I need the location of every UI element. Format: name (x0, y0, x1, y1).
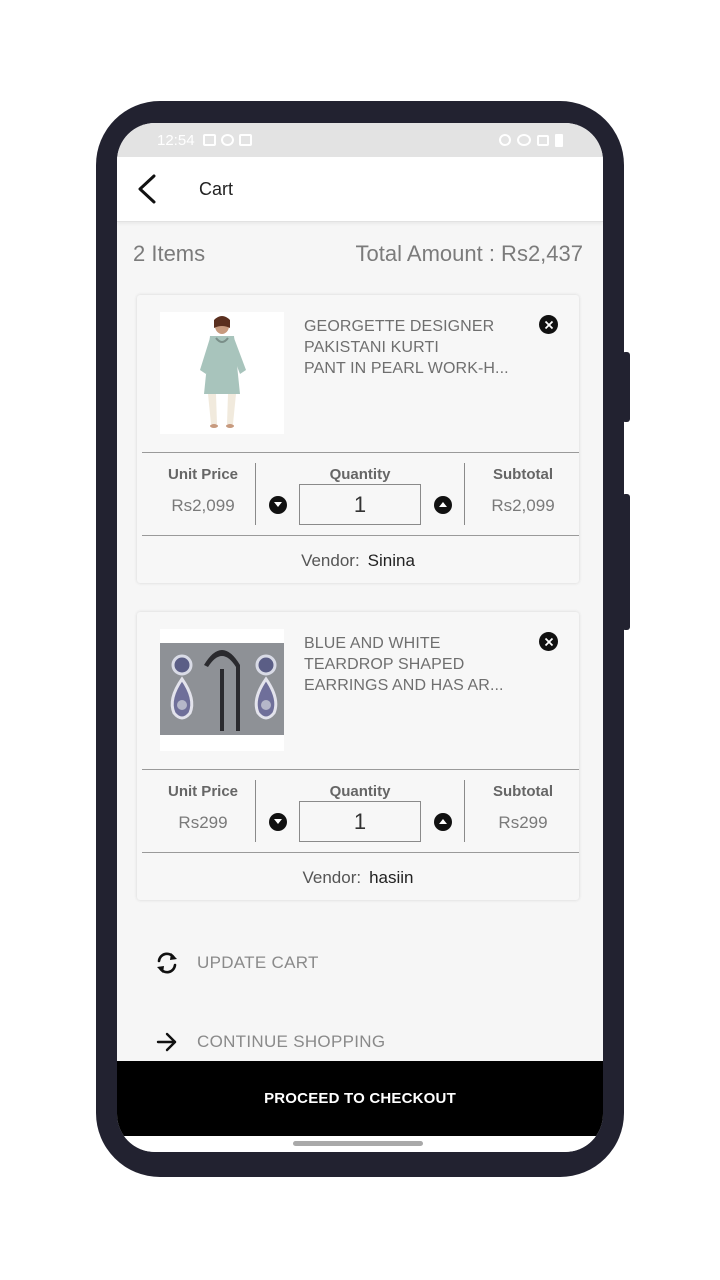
remove-item-button[interactable] (539, 632, 558, 651)
product-name[interactable]: BLUE AND WHITE TEARDROP SHAPED EARRINGS … (304, 633, 514, 696)
quantity-input[interactable]: 1 (299, 484, 421, 525)
status-icons-right (499, 133, 563, 147)
power-button (622, 494, 630, 630)
kurti-image (160, 312, 284, 434)
status-icons-left (202, 134, 252, 146)
close-icon (544, 320, 553, 329)
subtotal-header: Subtotal (493, 783, 553, 800)
close-icon (544, 637, 553, 646)
earrings-image (160, 629, 284, 751)
product-image[interactable] (160, 312, 284, 434)
arrow-right-icon (153, 1028, 181, 1056)
vendor-row: Vendor: hasiin (137, 868, 579, 888)
vendor-label: Vendor: (302, 868, 362, 887)
unit-price-value: Rs2,099 (171, 496, 235, 515)
remove-item-button[interactable] (539, 315, 558, 334)
unit-price-header: Unit Price (167, 466, 239, 483)
cart-item-card: BLUE AND WHITE TEARDROP SHAPED EARRINGS … (137, 612, 579, 900)
vendor-row: Vendor: Sinina (137, 551, 579, 571)
home-handle[interactable] (293, 1141, 423, 1146)
chevron-down-icon (274, 502, 282, 507)
vendor-name: hasiin (369, 868, 414, 887)
continue-shopping-label: CONTINUE SHOPPING (197, 1032, 386, 1051)
column-divider (464, 463, 465, 525)
refresh-icon (153, 949, 181, 977)
quantity-header: Quantity (329, 783, 391, 800)
column-divider (255, 780, 256, 842)
battery-icon (555, 133, 563, 147)
cart-summary: 2 Items Total Amount : Rs2,437 (133, 241, 583, 267)
video-icon (238, 134, 252, 146)
subtotal-value: Rs299 (498, 813, 548, 832)
divider (142, 852, 579, 853)
increase-quantity-button[interactable] (434, 496, 452, 514)
cart-item-card: GEORGETTE DESIGNER PAKISTANI KURTI PANT … (137, 295, 579, 583)
mute-icon (499, 134, 511, 146)
status-time: 12:54 (157, 131, 195, 149)
item-count: 2 Items (133, 241, 206, 266)
back-button[interactable] (117, 157, 177, 222)
app-bar: Cart (117, 157, 603, 222)
column-divider (255, 463, 256, 525)
account-icon (220, 134, 234, 146)
product-image[interactable] (160, 629, 284, 751)
gallery-icon (202, 134, 216, 146)
unit-price-value: Rs299 (178, 813, 228, 832)
column-divider (464, 780, 465, 842)
divider (142, 769, 579, 770)
subtotal-value: Rs2,099 (491, 496, 555, 515)
total-amount: Total Amount : Rs2,437 (355, 241, 583, 266)
vendor-label: Vendor: (301, 551, 360, 570)
update-cart-label: UPDATE CART (197, 953, 319, 972)
chevron-up-icon (439, 819, 447, 824)
signal-icon (537, 134, 549, 146)
vendor-name: Sinina (367, 551, 415, 570)
system-nav-bar (117, 1136, 603, 1152)
decrease-quantity-button[interactable] (269, 496, 287, 514)
chevron-up-icon (439, 502, 447, 507)
subtotal-header: Subtotal (493, 466, 553, 483)
increase-quantity-button[interactable] (434, 813, 452, 831)
chevron-down-icon (274, 819, 282, 824)
continue-shopping-button[interactable]: CONTINUE SHOPPING (153, 1028, 385, 1056)
unit-price-header: Unit Price (167, 783, 239, 800)
volume-button (622, 352, 630, 422)
arrow-back-icon (138, 174, 156, 204)
status-bar: 12:54 (117, 123, 603, 157)
product-name[interactable]: GEORGETTE DESIGNER PAKISTANI KURTI PANT … (304, 316, 514, 379)
quantity-header: Quantity (329, 466, 391, 483)
divider (142, 535, 579, 536)
wifi-icon (517, 134, 531, 146)
page-title: Cart (199, 178, 234, 199)
quantity-input[interactable]: 1 (299, 801, 421, 842)
screen: 12:54 Cart 2 Items Total Amount : Rs2,43… (117, 123, 603, 1152)
decrease-quantity-button[interactable] (269, 813, 287, 831)
update-cart-button[interactable]: UPDATE CART (153, 949, 319, 977)
divider (142, 452, 579, 453)
proceed-to-checkout-button[interactable]: PROCEED TO CHECKOUT (117, 1061, 603, 1136)
